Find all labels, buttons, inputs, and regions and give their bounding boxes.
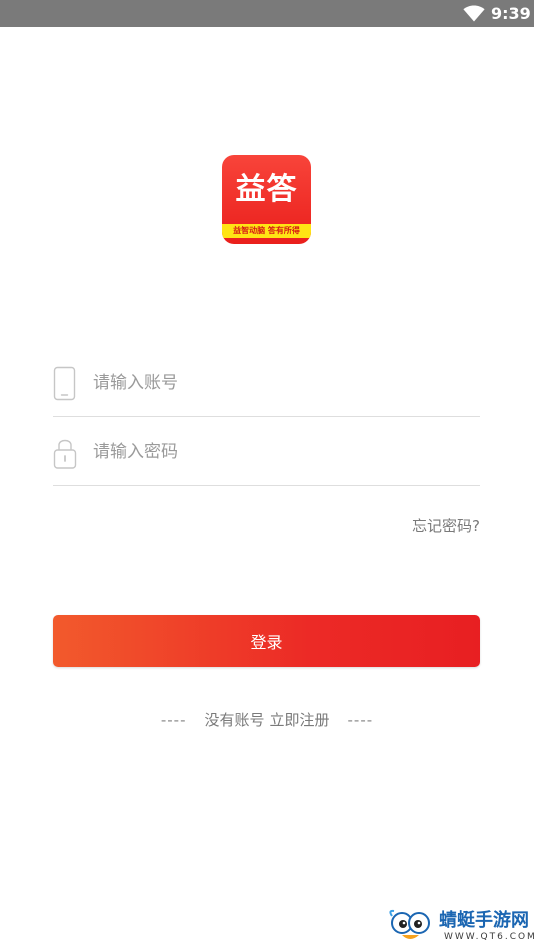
watermark-title: 蜻蜓手游网 (439, 910, 529, 931)
divider-left: ---- (160, 710, 187, 729)
divider-right: ---- (347, 710, 374, 729)
logo-slogan-band: 益智动脑 答有所得 (222, 224, 311, 238)
lock-icon (53, 439, 77, 469)
watermark-url: WWW.QT6.COM (444, 932, 534, 942)
app-logo: 益答 益智动脑 答有所得 (222, 155, 311, 244)
logo-slogan: 益智动脑 答有所得 (233, 226, 300, 235)
login-button[interactable]: 登录 (53, 615, 480, 667)
account-field (53, 350, 480, 417)
wifi-icon (463, 5, 485, 22)
account-input[interactable] (93, 368, 473, 398)
status-time: 9:39 (491, 4, 531, 23)
watermark: 蜻蜓手游网 WWW.QT6.COM (388, 906, 534, 946)
status-bar: 9:39 (0, 0, 534, 27)
password-input[interactable] (93, 437, 473, 467)
dragonfly-mascot-icon (389, 909, 430, 939)
phone-icon (53, 366, 76, 401)
logo-title: 益答 (235, 172, 298, 207)
forgot-password-link[interactable]: 忘记密码? (412, 515, 480, 537)
password-field (53, 419, 480, 486)
no-account-text: 没有账号 (204, 710, 265, 729)
register-link[interactable]: 立即注册 (270, 709, 330, 731)
register-row: ---- 没有账号 立即注册 ---- (0, 708, 534, 731)
